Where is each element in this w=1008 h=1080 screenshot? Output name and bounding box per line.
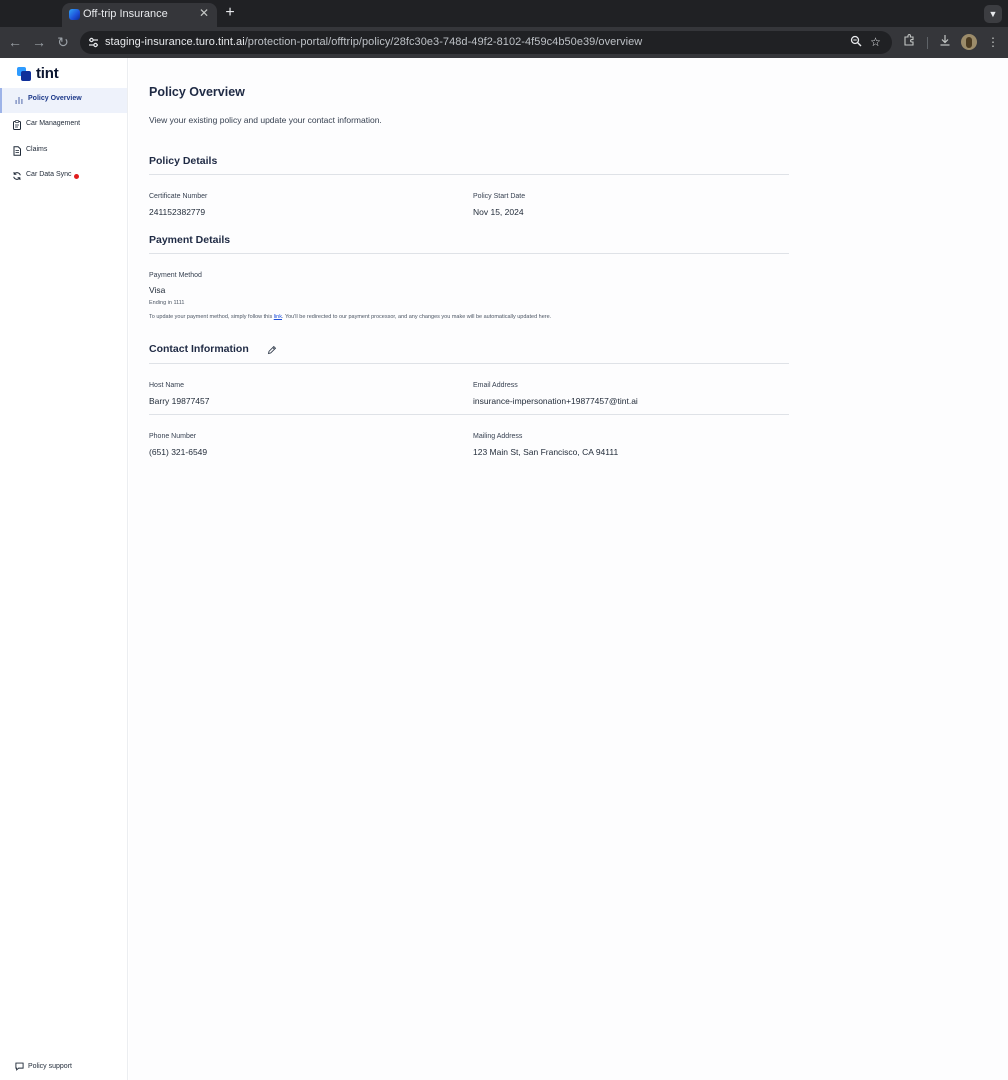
bar-chart-icon bbox=[15, 97, 23, 104]
tint-logo-icon bbox=[17, 67, 31, 81]
extensions-icon[interactable] bbox=[901, 34, 917, 50]
phone-number-label: Phone Number bbox=[149, 433, 197, 440]
policy-details-heading: Policy Details bbox=[149, 155, 218, 167]
divider bbox=[149, 174, 789, 175]
policy-start-date-value: Nov 15, 2024 bbox=[473, 207, 524, 217]
email-address-label: Email Address bbox=[473, 382, 518, 389]
sidebar: tint Policy Overview Car Management Clai… bbox=[0, 58, 128, 1080]
forward-arrow-icon[interactable]: → bbox=[30, 33, 48, 51]
payment-method-value: Visa bbox=[149, 285, 166, 295]
site-settings-icon[interactable] bbox=[87, 36, 100, 49]
mailing-address-label: Mailing Address bbox=[473, 433, 523, 440]
download-icon[interactable] bbox=[937, 34, 953, 50]
payment-note-text: . You'll be redirected to our payment pr… bbox=[282, 314, 552, 320]
chat-bubble-icon bbox=[15, 1062, 24, 1071]
close-icon[interactable]: ✕ bbox=[197, 6, 211, 20]
host-name-label: Host Name bbox=[149, 382, 185, 389]
browser-tab-bar: Off-trip Insurance ✕ + ▼ bbox=[0, 0, 1008, 27]
tint-favicon-icon bbox=[69, 9, 80, 20]
reload-icon[interactable]: ↻ bbox=[54, 33, 72, 51]
toolbar-separator bbox=[927, 37, 928, 49]
sidebar-item-label: Policy Overview bbox=[28, 95, 82, 102]
sidebar-item-policy-overview[interactable]: Policy Overview bbox=[0, 88, 127, 113]
url-path: /protection-portal/offtrip/policy/28fc30… bbox=[244, 36, 643, 48]
payment-update-note: To update your payment method, simply fo… bbox=[149, 314, 551, 320]
payment-note-text: To update your payment method, simply fo… bbox=[149, 314, 274, 320]
policy-support-label: Policy support bbox=[28, 1063, 72, 1070]
divider bbox=[149, 414, 789, 415]
certificate-number-value: 241152382779 bbox=[149, 207, 206, 217]
sidebar-item-car-data-sync[interactable]: Car Data Sync bbox=[0, 164, 127, 189]
kebab-menu-icon[interactable]: ⋮ bbox=[985, 34, 1001, 50]
pencil-edit-icon[interactable] bbox=[267, 345, 277, 355]
sidebar-item-label: Claims bbox=[26, 146, 48, 153]
payment-details-heading: Payment Details bbox=[149, 234, 231, 246]
logo-text: tint bbox=[36, 65, 59, 82]
sidebar-item-label: Car Management bbox=[26, 120, 81, 127]
clipboard-icon bbox=[13, 120, 21, 130]
url-host: staging-insurance.turo.tint.ai bbox=[105, 36, 245, 48]
sidebar-item-label: Car Data Sync bbox=[26, 171, 72, 178]
alert-dot-icon bbox=[74, 174, 79, 179]
divider bbox=[149, 363, 789, 364]
browser-tab[interactable]: Off-trip Insurance ✕ bbox=[62, 3, 217, 27]
payment-processor-link[interactable]: link bbox=[274, 314, 282, 320]
new-tab-icon[interactable]: + bbox=[222, 5, 238, 21]
zoom-icon[interactable] bbox=[848, 35, 863, 50]
chevron-down-icon[interactable]: ▼ bbox=[984, 5, 1002, 23]
mailing-address-value: 123 Main St, San Francisco, CA 94111 bbox=[473, 447, 619, 457]
payment-method-label: Payment Method bbox=[149, 272, 202, 279]
host-name-value: Barry 19877457 bbox=[149, 396, 210, 406]
main-content: Policy Overview View your existing polic… bbox=[129, 58, 1008, 1080]
bookmark-star-icon[interactable]: ☆ bbox=[868, 35, 883, 50]
sidebar-item-claims[interactable]: Claims bbox=[0, 139, 127, 164]
contact-information-heading: Contact Information bbox=[149, 343, 249, 355]
certificate-number-label: Certificate Number bbox=[149, 193, 208, 200]
address-bar[interactable]: staging-insurance.turo.tint.ai/protectio… bbox=[80, 31, 892, 54]
phone-number-value: (651) 321-6549 bbox=[149, 447, 208, 457]
sidebar-item-car-management[interactable]: Car Management bbox=[0, 113, 127, 138]
divider bbox=[149, 253, 789, 254]
profile-avatar[interactable] bbox=[961, 34, 977, 50]
page-subtitle: View your existing policy and update you… bbox=[149, 115, 382, 125]
back-arrow-icon[interactable]: ← bbox=[6, 33, 24, 51]
document-icon bbox=[13, 146, 21, 156]
policy-start-date-label: Policy Start Date bbox=[473, 193, 526, 200]
tab-title: Off-trip Insurance bbox=[83, 8, 168, 20]
url-text: staging-insurance.turo.tint.ai/protectio… bbox=[105, 36, 642, 48]
sync-icon bbox=[13, 171, 21, 181]
email-address-value: insurance-impersonation+19877457@tint.ai bbox=[473, 396, 638, 406]
browser-toolbar: ← → ↻ staging-insurance.turo.tint.ai/pro… bbox=[0, 27, 1008, 58]
card-ending-text: Ending in 1111 bbox=[149, 300, 185, 306]
page-title: Policy Overview bbox=[149, 85, 245, 99]
